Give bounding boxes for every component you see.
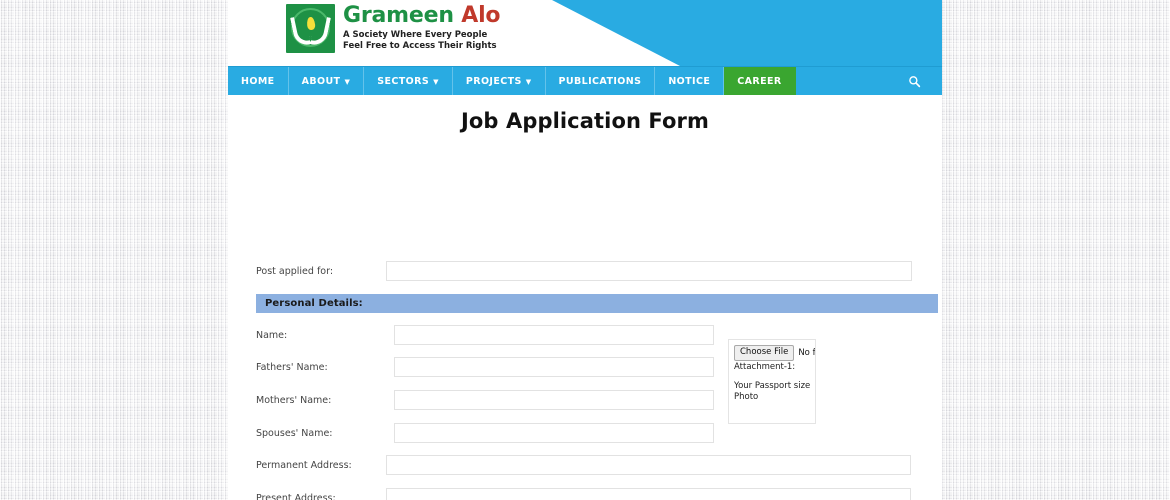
field-row-fathers-name: Fathers' Name:: [256, 357, 714, 377]
field-row-name: Name:: [256, 325, 714, 345]
field-row-spouses-name: Spouses' Name:: [256, 423, 714, 443]
choose-file-button-photo[interactable]: Choose File: [734, 345, 795, 361]
chevron-down-icon: ▼: [433, 77, 439, 86]
fathers-name-input[interactable]: [394, 357, 714, 377]
present-address-input[interactable]: [386, 488, 911, 500]
field-row-mothers-name: Mothers' Name:: [256, 390, 714, 410]
logo-tagline: A Society Where Every People Feel Free t…: [343, 30, 500, 53]
logo-title-grameen: Grameen: [343, 2, 454, 28]
logo-tagline-line1: A Society Where Every People: [343, 29, 488, 40]
hands-leaf-flame-icon: [286, 4, 335, 53]
photo-file-control: Choose File No file: [734, 345, 815, 361]
chevron-down-icon: ▼: [344, 77, 351, 86]
nav-item-label: ABOUT: [301, 75, 341, 87]
header-diagonal-shape: [552, 0, 942, 66]
nav-item-notice[interactable]: NOTICE: [655, 67, 725, 95]
post-applied-for-input[interactable]: [386, 261, 912, 281]
fathers-name-label: Fathers' Name:: [256, 361, 328, 373]
name-label: Name:: [256, 329, 288, 341]
photo-hint-text: Your Passport size Photo: [734, 380, 811, 403]
logo-text: Grameen Alo A Society Where Every People…: [343, 2, 501, 53]
logo-title: Grameen Alo: [343, 2, 501, 28]
page-title: Job Application Form: [460, 109, 709, 133]
nav-item-about[interactable]: ABOUT ▼: [289, 67, 365, 95]
nav-item-home[interactable]: HOME: [228, 67, 289, 95]
nav-item-label: NOTICE: [668, 75, 711, 87]
nav-item-publications[interactable]: PUBLICATIONS: [546, 67, 656, 95]
field-row-present-address: Present Address:: [256, 488, 911, 500]
photo-file-status: No file: [798, 347, 816, 358]
site-container: Grameen Alo A Society Where Every People…: [228, 0, 942, 500]
attachment-1-label: Attachment-1:: [734, 361, 796, 372]
nav-item-career[interactable]: CAREER: [724, 67, 796, 95]
mothers-name-input[interactable]: [394, 390, 714, 410]
spouses-name-input[interactable]: [394, 423, 714, 443]
form-content: Job Application Form Post applied for: P…: [228, 109, 942, 500]
nav-item-label: SECTORS: [377, 75, 430, 87]
logo-title-alo: Alo: [461, 2, 501, 28]
present-address-label: Present Address:: [256, 492, 336, 500]
nav-item-label: CAREER: [737, 75, 782, 87]
permanent-address-input[interactable]: [386, 455, 911, 475]
site-header: Grameen Alo A Society Where Every People…: [228, 0, 942, 66]
site-logo[interactable]: Grameen Alo A Society Where Every People…: [286, 2, 501, 53]
main-navigation: HOME ABOUT ▼ SECTORS ▼ PROJECTS ▼ PUBLIC…: [228, 66, 942, 95]
spouses-name-label: Spouses' Name:: [256, 427, 333, 439]
chevron-down-icon: ▼: [525, 77, 532, 86]
search-icon: [908, 75, 920, 87]
permanent-address-label: Permanent Address:: [256, 459, 352, 471]
section-title: Personal Details:: [265, 298, 363, 309]
post-applied-for-label: Post applied for:: [256, 265, 334, 277]
nav-item-projects[interactable]: PROJECTS ▼: [453, 67, 546, 95]
photo-attachment-box: Choose File No file Attachment-1: Your P…: [728, 339, 816, 424]
nav-item-label: HOME: [241, 75, 275, 87]
field-row-post-applied-for: Post applied for:: [256, 261, 912, 281]
section-header-personal-details: Personal Details:: [256, 294, 938, 313]
logo-tagline-line2: Feel Free to Access Their Rights: [343, 41, 497, 51]
nav-item-label: PUBLICATIONS: [558, 75, 642, 87]
field-row-permanent-address: Permanent Address:: [256, 455, 911, 475]
nav-item-label: PROJECTS: [465, 75, 522, 87]
search-button[interactable]: [886, 67, 942, 95]
nav-item-sectors[interactable]: SECTORS ▼: [364, 67, 453, 95]
name-input[interactable]: [394, 325, 714, 345]
mothers-name-label: Mothers' Name:: [256, 394, 332, 406]
